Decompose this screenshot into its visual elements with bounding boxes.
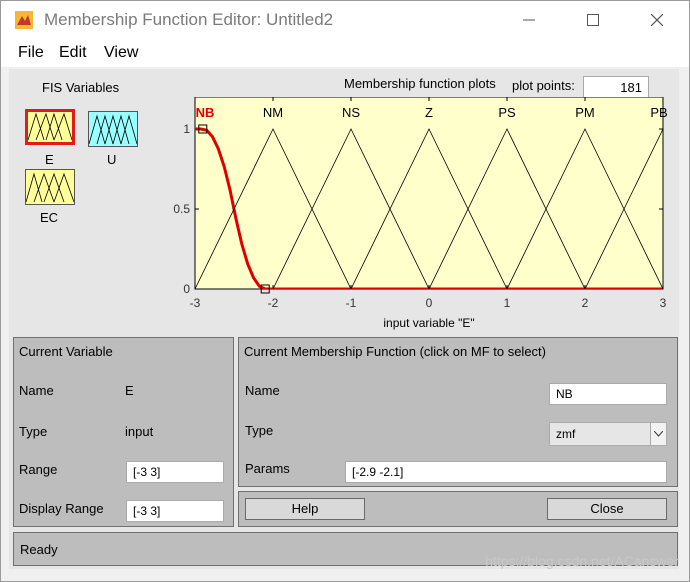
mf-label-ps: PS bbox=[498, 105, 516, 120]
mf-name-label: Name bbox=[245, 383, 280, 398]
plot-points-label: plot points: bbox=[512, 78, 575, 93]
plot-points-input[interactable]: 181 bbox=[583, 76, 649, 99]
watermark-text: https://blog.csdn.net/ACanswer bbox=[485, 553, 679, 569]
x-tick-label: -3 bbox=[190, 296, 201, 310]
current-variable-title: Current Variable bbox=[19, 344, 113, 359]
menu-bar: File Edit View bbox=[1, 39, 689, 67]
menu-edit[interactable]: Edit bbox=[59, 44, 87, 62]
figure-area: FIS Variables E U EC Membership function… bbox=[9, 69, 679, 569]
display-range-input[interactable]: [-3 3] bbox=[126, 500, 224, 522]
chevron-down-icon bbox=[650, 423, 666, 445]
variable-name-label: Name bbox=[19, 383, 54, 398]
x-tick-label: -1 bbox=[346, 296, 357, 310]
x-tick-label: -2 bbox=[268, 296, 279, 310]
minimize-button[interactable] bbox=[506, 1, 552, 39]
mf-label-pm: PM bbox=[575, 105, 595, 120]
variable-type-value: input bbox=[125, 424, 154, 439]
fis-variable-ec[interactable] bbox=[25, 169, 75, 205]
close-window-button[interactable] bbox=[634, 1, 680, 39]
mf-thumbnail-icon bbox=[27, 112, 73, 141]
plot-title: Membership function plots bbox=[344, 76, 496, 91]
mf-thumbnail-icon bbox=[88, 114, 138, 145]
menu-view[interactable]: View bbox=[104, 44, 138, 62]
fis-variable-label: E bbox=[45, 152, 54, 167]
x-axis-label: input variable "E" bbox=[383, 316, 474, 330]
variable-type-label: Type bbox=[19, 424, 48, 439]
close-button[interactable]: Close bbox=[547, 498, 667, 520]
current-variable-panel: Current Variable Name E Type input Range… bbox=[13, 337, 234, 527]
mf-label-nm: NM bbox=[263, 105, 283, 120]
maximize-button[interactable] bbox=[570, 1, 616, 39]
x-tick-label: 0 bbox=[426, 296, 433, 310]
range-input[interactable]: [-3 3] bbox=[126, 461, 224, 483]
fis-variable-e[interactable] bbox=[25, 109, 75, 145]
y-tick-label: 1 bbox=[183, 122, 190, 136]
mf-label-ns: NS bbox=[342, 105, 360, 120]
matlab-icon bbox=[15, 11, 33, 29]
title-bar[interactable]: Membership Function Editor: Untitled2 bbox=[1, 1, 689, 39]
fis-variable-label: U bbox=[107, 152, 117, 167]
mf-label-z: Z bbox=[425, 105, 433, 120]
menu-file[interactable]: File bbox=[18, 44, 44, 62]
maximize-icon bbox=[587, 14, 599, 26]
mf-label-pb: PB bbox=[650, 105, 667, 120]
x-tick-label: 1 bbox=[504, 296, 511, 310]
close-icon bbox=[651, 14, 663, 26]
mf-type-select[interactable]: zmf bbox=[549, 422, 667, 446]
x-tick-label: 3 bbox=[660, 296, 667, 310]
membership-function-plot[interactable]: -3 -2 -1 0 1 2 3 0 0.5 1 NB NM NS Z PS PM PB input variab… bbox=[159, 97, 679, 337]
mf-params-label: Params bbox=[245, 461, 290, 476]
mf-editor-window: Membership Function Editor: Untitled2 Fi… bbox=[0, 0, 690, 582]
mf-name-input[interactable]: NB bbox=[549, 383, 667, 405]
fis-variable-label: EC bbox=[40, 210, 59, 225]
minimize-icon bbox=[523, 19, 535, 21]
y-tick-label: 0.5 bbox=[173, 202, 190, 216]
buttons-panel: Help Close bbox=[238, 491, 678, 527]
mf-params-input[interactable]: [-2.9 -2.1] bbox=[345, 461, 667, 483]
fis-variables-label: FIS Variables bbox=[42, 80, 120, 95]
mf-type-value: zmf bbox=[556, 427, 576, 441]
variable-name-value: E bbox=[125, 383, 134, 398]
x-tick-label: 2 bbox=[582, 296, 589, 310]
range-label: Range bbox=[19, 462, 58, 477]
status-text: Ready bbox=[20, 542, 58, 557]
current-mf-title: Current Membership Function (click on MF… bbox=[244, 344, 546, 359]
fis-variable-u[interactable] bbox=[88, 111, 138, 147]
help-button[interactable]: Help bbox=[245, 498, 365, 520]
current-mf-panel: Current Membership Function (click on MF… bbox=[238, 337, 678, 487]
display-range-label: Display Range bbox=[19, 501, 104, 516]
window-title: Membership Function Editor: Untitled2 bbox=[44, 10, 334, 29]
mf-type-label: Type bbox=[245, 423, 274, 438]
mf-thumbnail-icon bbox=[25, 172, 75, 203]
plot-background bbox=[194, 97, 664, 290]
mf-label-nb: NB bbox=[196, 105, 215, 120]
y-tick-label: 0 bbox=[183, 282, 190, 296]
